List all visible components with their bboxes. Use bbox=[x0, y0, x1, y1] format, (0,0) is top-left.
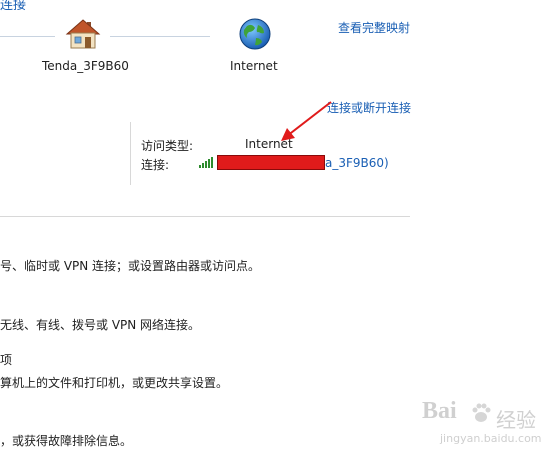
section-divider-vertical bbox=[130, 122, 131, 185]
task-troubleshoot-desc: ，或获得故障排除信息。 bbox=[0, 434, 133, 448]
globe-icon bbox=[238, 17, 272, 51]
map-line-left bbox=[0, 36, 55, 37]
map-line-middle bbox=[110, 36, 210, 37]
baidu-logo-text: Bai bbox=[422, 398, 457, 424]
task-homegroup-link[interactable]: 项 bbox=[0, 351, 12, 368]
baidu-url: jingyan.baidu.com bbox=[440, 432, 542, 445]
access-type-value: Internet bbox=[245, 137, 293, 151]
access-type-label: 访问类型: bbox=[141, 139, 194, 153]
connect-disconnect-link[interactable]: 连接或断开连接 bbox=[327, 99, 411, 116]
task-setup-connection-desc: 号、临时或 VPN 连接；或设置路由器或访问点。 bbox=[0, 259, 261, 273]
internet-label: Internet bbox=[230, 59, 278, 73]
view-full-map-link[interactable]: 查看完整映射 bbox=[338, 19, 410, 36]
baidu-paw-icon bbox=[470, 402, 492, 424]
signal-strength-icon bbox=[199, 156, 214, 168]
task-connect-network-desc: 无线、有线、拨号或 VPN 网络连接。 bbox=[0, 318, 201, 332]
connection-name-suffix[interactable]: a_3F9B60) bbox=[325, 156, 389, 170]
connection-name-redacted[interactable] bbox=[217, 155, 325, 170]
baidu-logo-suffix: 经验 bbox=[496, 408, 536, 432]
task-sharing-desc: 算机上的文件和打印机，或更改共享设置。 bbox=[0, 376, 229, 390]
page-title-fragment: 连接 bbox=[0, 0, 27, 13]
connection-label: 连接: bbox=[141, 158, 170, 172]
section-divider-horizontal bbox=[0, 216, 410, 217]
house-icon bbox=[65, 18, 101, 50]
baidu-watermark: Bai 经验 jingyan.baidu.com bbox=[418, 398, 550, 450]
router-label: Tenda_3F9B60 bbox=[42, 59, 129, 73]
